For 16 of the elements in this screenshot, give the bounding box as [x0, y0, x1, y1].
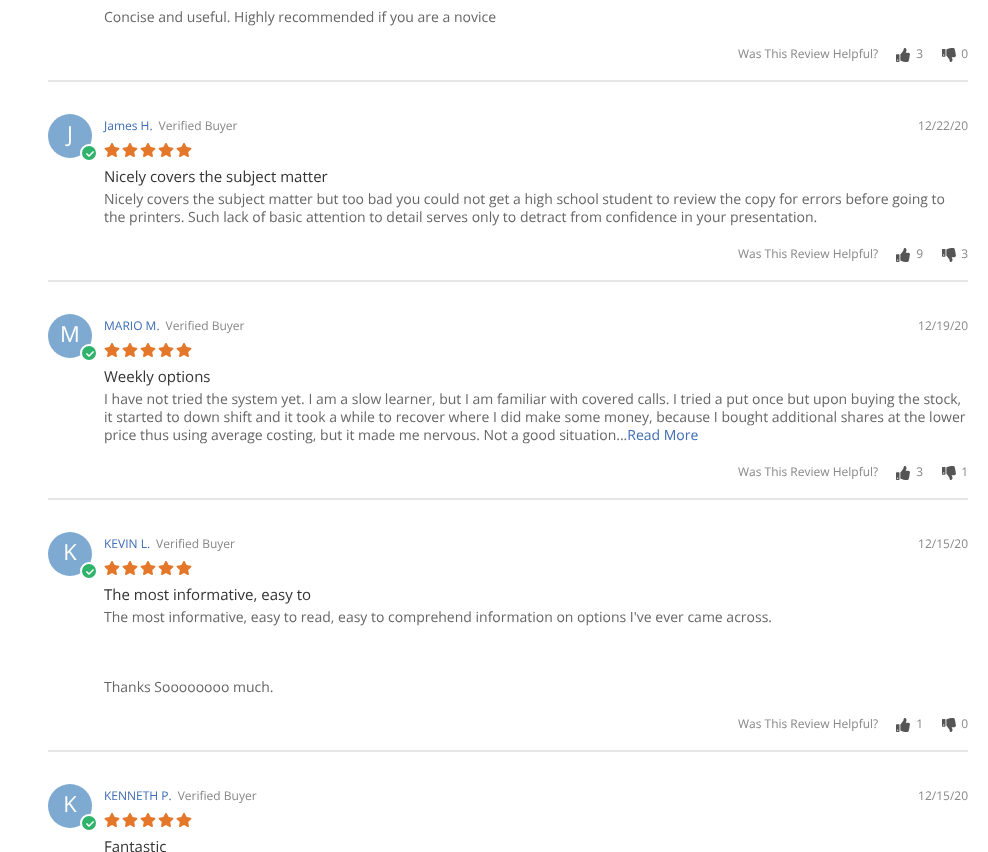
- avatar: K: [48, 784, 92, 828]
- thumbs-down-icon[interactable]: [941, 718, 956, 732]
- thumbs-up-icon[interactable]: [896, 718, 911, 732]
- avatar: J: [48, 114, 92, 158]
- avatar: K: [48, 532, 92, 576]
- verified-check-icon: [80, 814, 98, 832]
- avatar: M: [48, 314, 92, 358]
- verified-check-icon: [80, 344, 98, 362]
- thumbs-up-icon[interactable]: [896, 248, 911, 262]
- thumbs-down-icon[interactable]: [941, 466, 956, 480]
- thumbs-up-icon[interactable]: [896, 48, 911, 62]
- verified-check-icon: [80, 562, 98, 580]
- thumbs-up-icon[interactable]: [896, 466, 911, 480]
- verified-check-icon: [80, 144, 98, 162]
- thumbs-down-icon[interactable]: [941, 248, 956, 262]
- thumbs-down-icon[interactable]: [941, 48, 956, 62]
